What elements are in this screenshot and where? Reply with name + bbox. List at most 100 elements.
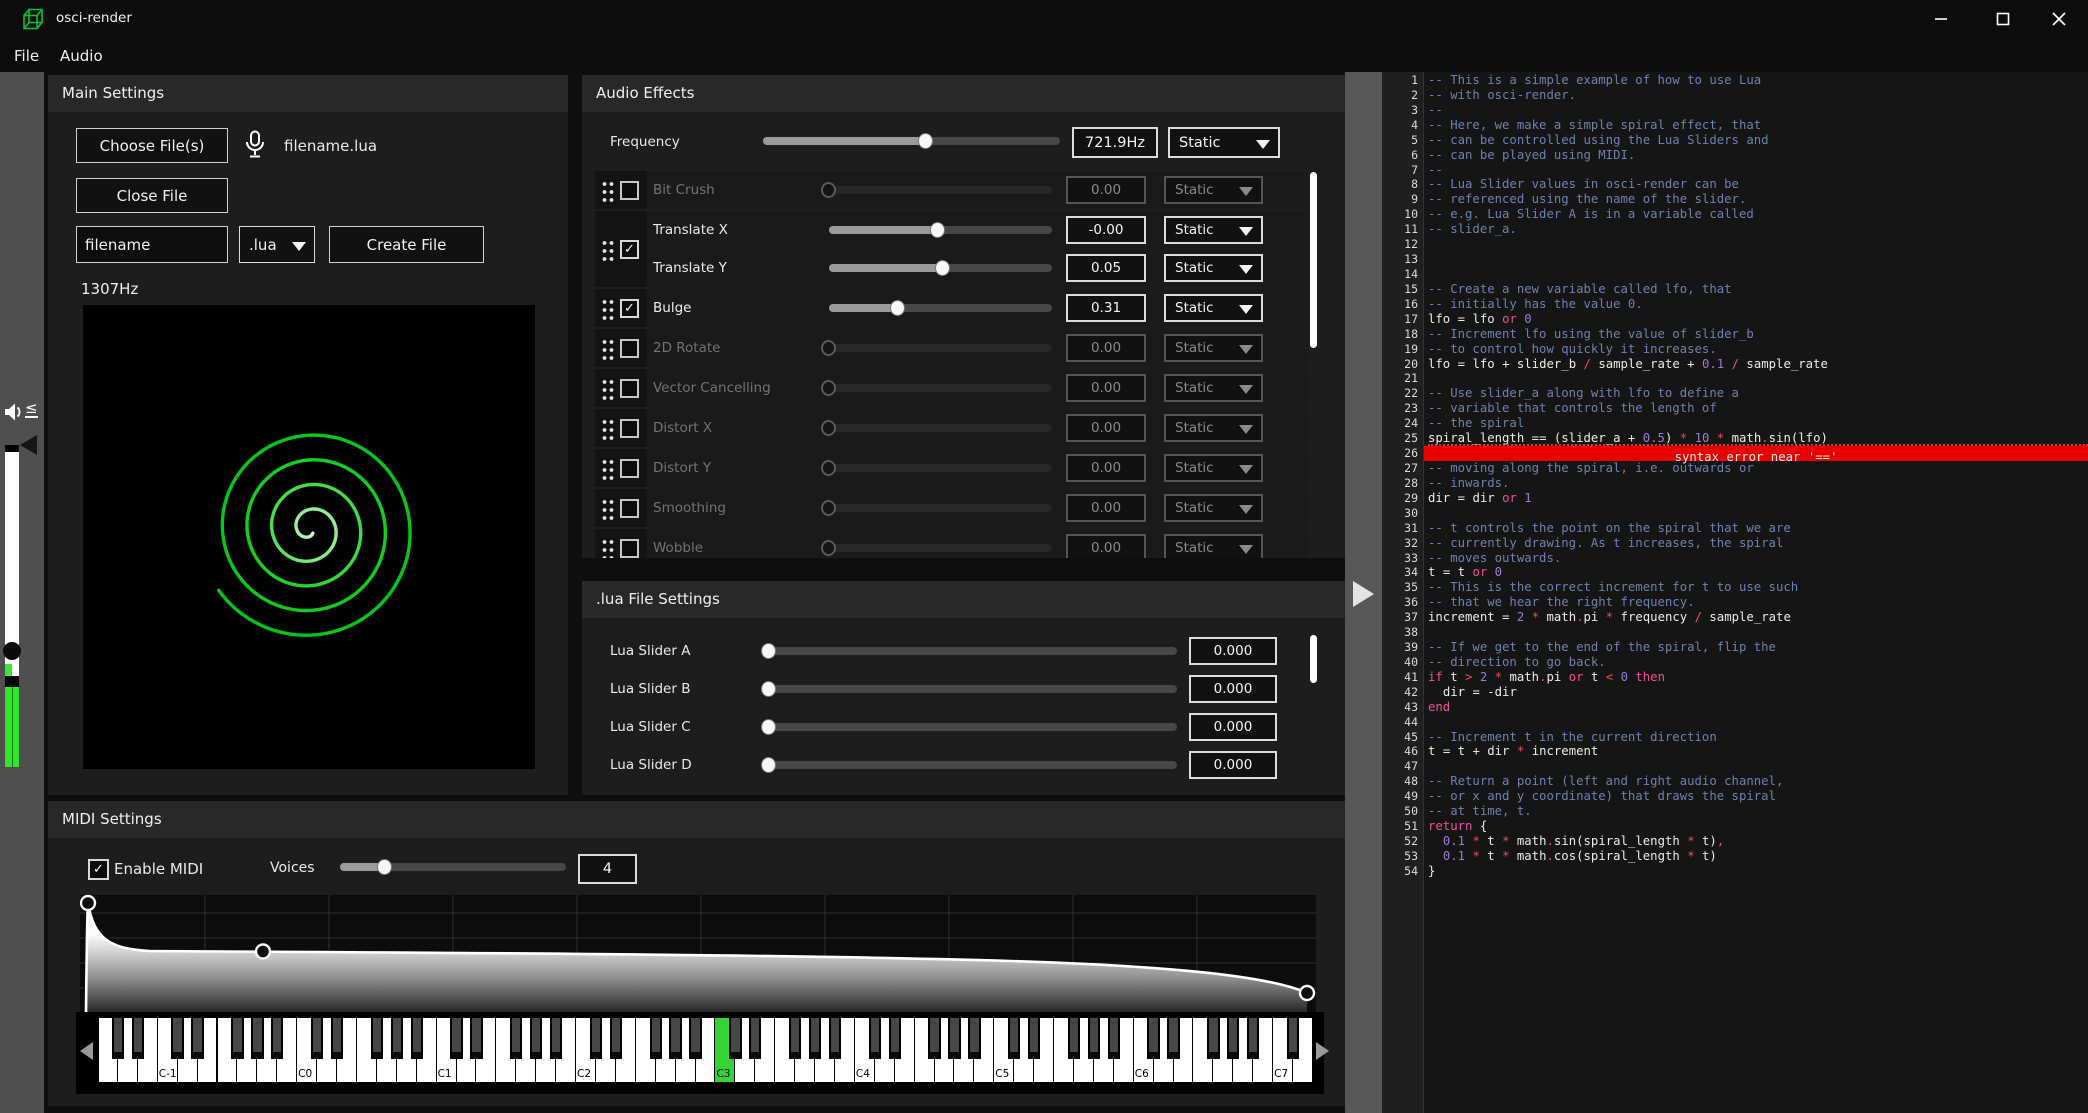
piano-keyboard[interactable]: C-1C0C1C2C3C4C5C6C7 [98,1018,1313,1082]
black-key[interactable] [1147,1018,1159,1059]
effect-mode-dropdown[interactable]: Static [1164,454,1263,482]
code-line[interactable]: -- [1428,163,2088,178]
effect-slider-track[interactable] [829,424,1052,432]
effect-value[interactable]: 0.00 [1066,534,1146,558]
black-key[interactable] [1108,1018,1120,1059]
lua-slider-track[interactable] [769,723,1177,731]
black-key[interactable] [729,1018,741,1059]
decay-sustain-handle[interactable] [256,945,270,959]
code-line[interactable]: dir = dir or 1 [1428,491,2088,506]
black-key[interactable] [650,1018,662,1059]
effect-slider[interactable] [829,340,1052,356]
effect-slider[interactable] [829,420,1052,436]
black-key[interactable] [371,1018,383,1059]
black-key[interactable] [530,1018,542,1059]
lua-slider[interactable] [769,643,1177,659]
black-key[interactable] [689,1018,701,1059]
black-key[interactable] [789,1018,801,1059]
black-key[interactable] [251,1018,263,1059]
create-file-button[interactable]: Create File [329,226,484,263]
voices-value[interactable]: 4 [578,854,637,884]
code-line[interactable]: -- referenced using the name of the slid… [1428,192,2088,207]
black-key[interactable] [1008,1018,1020,1059]
effect-value[interactable]: -0.00 [1066,216,1146,244]
frequency-slider-knob[interactable] [918,133,933,149]
frequency-slider[interactable] [763,133,1060,149]
black-key[interactable] [171,1018,183,1059]
attack-handle[interactable] [81,896,95,910]
effect-slider-knob[interactable] [821,500,836,516]
code-line[interactable]: if t > 2 * math.pi or t < 0 then [1428,670,2088,685]
code-line[interactable]: -- If we get to the end of the spiral, f… [1428,640,2088,655]
minimize-button[interactable] [1912,0,1970,38]
black-key[interactable] [470,1018,482,1059]
effect-mode-dropdown[interactable]: Static [1164,374,1263,402]
code-line[interactable]: -- Create a new variable called lfo, tha… [1428,282,2088,297]
effect-value[interactable]: 0.00 [1066,414,1146,442]
voices-slider-knob[interactable] [377,859,392,875]
effect-value[interactable]: 0.00 [1066,374,1146,402]
black-key[interactable] [928,1018,940,1059]
code-line[interactable]: 0.1 * t * math.cos(spiral_length * t) [1428,849,2088,864]
effect-value[interactable]: 0.00 [1066,454,1146,482]
black-key[interactable] [809,1018,821,1059]
effect-mode-dropdown[interactable]: Static [1164,334,1263,362]
code-lines[interactable]: -- This is a simple example of how to us… [1428,72,2088,879]
effect-mode-dropdown[interactable]: Static [1164,216,1263,244]
black-key[interactable] [1088,1018,1100,1059]
black-key[interactable] [391,1018,403,1059]
effect-slider[interactable] [829,500,1052,516]
effect-slider-track[interactable] [829,544,1052,552]
code-line[interactable]: -- Here, we make a simple spiral effect,… [1428,118,2088,133]
code-line[interactable]: -- at time, t. [1428,804,2088,819]
effect-slider[interactable] [829,380,1052,396]
black-key[interactable] [550,1018,562,1059]
lua-slider-knob[interactable] [761,719,776,735]
code-line[interactable]: -- Return a point (left and right audio … [1428,774,2088,789]
black-key[interactable] [132,1018,144,1059]
black-key[interactable] [1247,1018,1259,1059]
lua-slider-value[interactable]: 0.000 [1189,713,1277,741]
effect-slider-track[interactable] [829,384,1052,392]
code-line[interactable]: -- This is a simple example of how to us… [1428,73,2088,88]
effect-slider[interactable] [829,300,1052,316]
code-line[interactable]: t = t + dir * increment [1428,744,2088,759]
code-line[interactable]: spiral_length == (slider_a + 0.5) * 10 *… [1428,431,2088,446]
menu-audio[interactable]: Audio [54,45,109,67]
code-line[interactable]: -- Lua Slider values in osci-render can … [1428,177,2088,192]
code-line[interactable]: -- Increment t in the current direction [1428,730,2088,745]
code-line[interactable]: -- to control how quickly it increases. [1428,342,2088,357]
close-button[interactable] [2030,0,2088,38]
effect-slider[interactable] [829,182,1052,198]
volume-slider-thumb[interactable] [3,642,21,660]
code-line[interactable]: -- Use slider_a along with lfo to define… [1428,386,2088,401]
code-line[interactable]: -- currently drawing. As t increases, th… [1428,536,2088,551]
code-line[interactable]: -- Increment lfo using the value of slid… [1428,327,2088,342]
code-line[interactable] [1428,759,2088,774]
effect-slider-track[interactable] [829,344,1052,352]
code-line[interactable]: end [1428,700,2088,715]
black-key[interactable] [889,1018,901,1059]
effect-value[interactable]: 0.05 [1066,254,1146,282]
code-line[interactable]: -- e.g. Lua Slider A is in a variable ca… [1428,207,2088,222]
code-line[interactable]: -- [1428,103,2088,118]
black-key[interactable] [968,1018,980,1059]
black-key[interactable] [610,1018,622,1059]
code-line[interactable]: dir = -dir [1428,685,2088,700]
frequency-slider-track[interactable] [763,137,1060,145]
choose-files-button[interactable]: Choose File(s) [76,128,228,163]
black-key[interactable] [749,1018,761,1059]
lua-slider-track[interactable] [769,761,1177,769]
effect-mode-dropdown[interactable]: Static [1164,294,1263,322]
code-line[interactable] [1428,252,2088,267]
code-line[interactable]: -- or x and y coordinate) that draws the… [1428,789,2088,804]
code-line[interactable]: -- variable that controls the length of [1428,401,2088,416]
lua-slider-knob[interactable] [761,757,776,773]
black-key[interactable] [191,1018,203,1059]
code-line[interactable] [1428,371,2088,386]
effect-slider-knob[interactable] [821,380,836,396]
code-line[interactable]: lfo = lfo or 0 [1428,312,2088,327]
code-line[interactable]: -- initially has the value 0. [1428,297,2088,312]
black-key[interactable] [311,1018,323,1059]
black-key[interactable] [948,1018,960,1059]
